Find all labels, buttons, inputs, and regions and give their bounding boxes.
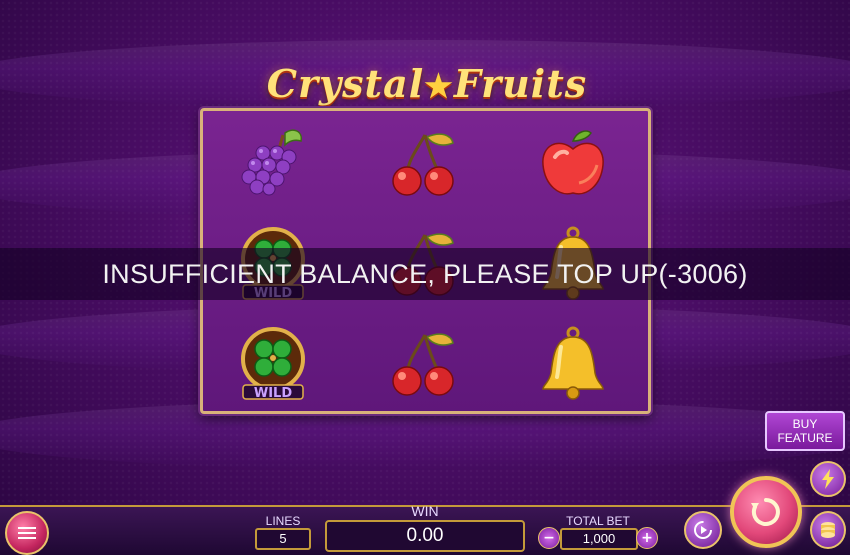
logo-word-2: Fruits <box>453 61 588 106</box>
game-logo: Crystal★Fruits <box>262 60 592 108</box>
spin-button[interactable] <box>730 476 802 548</box>
buy-feature-line1: BUY <box>792 417 818 431</box>
balance-button[interactable] <box>810 511 846 549</box>
cherries-icon <box>392 333 454 396</box>
autoplay-button[interactable] <box>684 511 722 549</box>
grapes-icon <box>241 129 302 196</box>
minus-icon: − <box>543 530 555 546</box>
lightning-icon <box>822 469 834 489</box>
lines-label: LINES <box>265 514 301 528</box>
win-label: WIN <box>411 503 439 519</box>
lines-value: 5 <box>255 528 311 550</box>
hamburger-icon <box>18 524 36 542</box>
symbol-wild: WILD <box>213 315 333 411</box>
cherries-icon <box>392 133 454 196</box>
turbo-button[interactable] <box>810 461 846 497</box>
symbol-cherries <box>363 315 483 411</box>
message-text: INSUFFICIENT BALANCE, PLEASE TOP UP(-300… <box>102 258 748 289</box>
wild-label: WILD <box>254 386 292 401</box>
buy-feature-button[interactable]: BUY FEATURE <box>765 411 845 451</box>
bet-decrease-button[interactable]: − <box>538 527 560 549</box>
total-bet-label: TOTAL BET <box>566 514 630 528</box>
autoplay-icon <box>694 521 712 539</box>
symbol-apple <box>513 115 633 211</box>
logo-word-1: Crystal <box>266 61 425 106</box>
bet-increase-button[interactable]: + <box>636 527 658 549</box>
plus-icon: + <box>641 530 653 546</box>
menu-button[interactable] <box>5 511 49 555</box>
symbol-cherries <box>363 115 483 211</box>
insufficient-balance-message: INSUFFICIENT BALANCE, PLEASE TOP UP(-300… <box>0 248 850 300</box>
buy-feature-line2: FEATURE <box>777 431 833 445</box>
bell-icon <box>542 326 604 400</box>
coins-stack-icon <box>821 522 835 538</box>
spin-arrow-icon <box>751 498 780 526</box>
symbol-grapes <box>213 115 333 211</box>
logo-star-icon: ★ <box>424 67 454 105</box>
clover-wild-icon: WILD <box>241 327 305 401</box>
win-value: 0.00 <box>325 520 525 552</box>
apple-icon <box>542 130 604 195</box>
symbol-bell <box>513 315 633 411</box>
total-bet-value: 1,000 <box>560 528 638 550</box>
